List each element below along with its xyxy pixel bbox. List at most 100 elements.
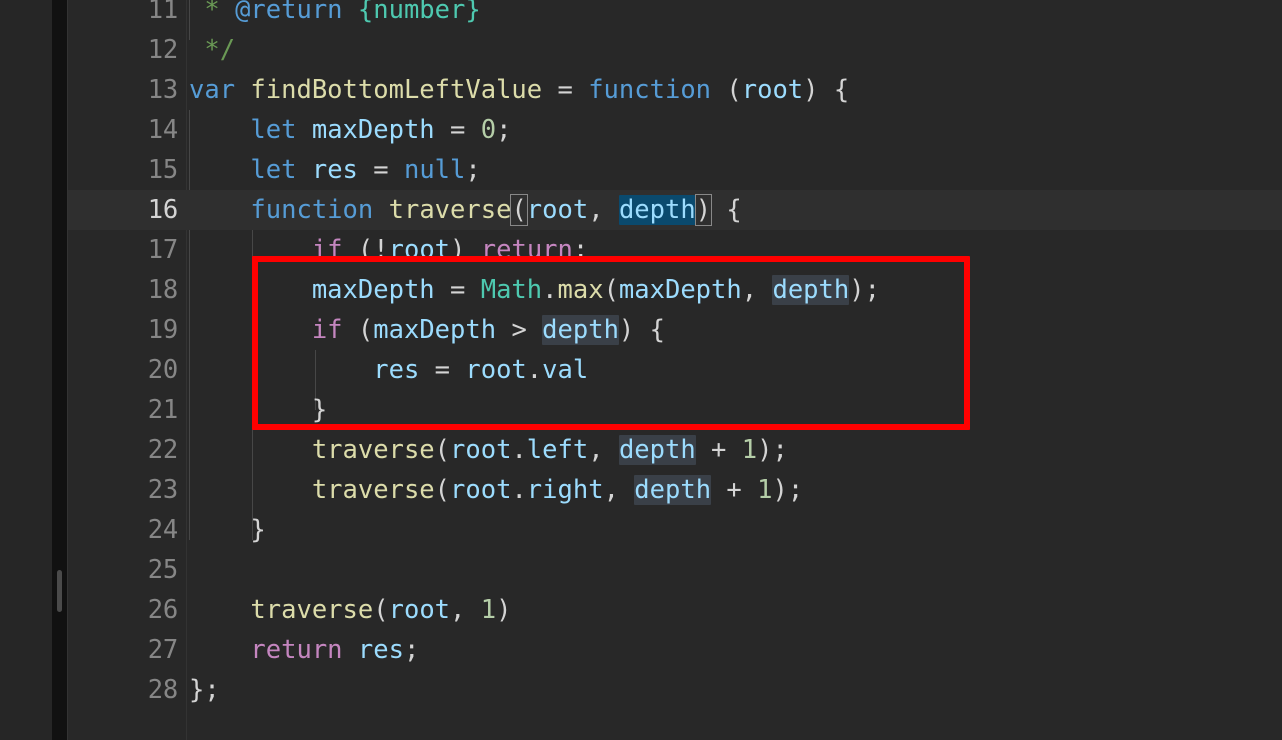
token-comma: , <box>588 435 619 465</box>
code-lines-container: 11 * @return {number} 12 */ 13 var findB… <box>68 0 1282 710</box>
token-dot: . <box>542 275 558 305</box>
line-number: 18 <box>147 275 179 305</box>
code-line[interactable]: 28 }; <box>68 670 1282 710</box>
token-number: 1 <box>741 435 758 465</box>
token-semicolon: ; <box>864 275 880 305</box>
code-line[interactable]: 27 return res; <box>68 630 1282 670</box>
line-number: 13 <box>147 75 179 105</box>
line-number: 14 <box>147 115 179 145</box>
token-equals: = <box>434 275 481 305</box>
code-line[interactable]: 11 * @return {number} <box>68 0 1282 30</box>
token-semicolon: ; <box>403 635 420 665</box>
code-line[interactable]: 13 var findBottomLeftValue = function (r… <box>68 70 1282 110</box>
line-content: }; <box>189 670 220 710</box>
line-content: if (!root) return; <box>189 230 588 270</box>
code-line[interactable]: 14 let maxDepth = 0; <box>68 110 1282 150</box>
token-identifier-root: root <box>388 235 451 265</box>
token-equals: = <box>419 355 466 385</box>
line-number: 27 <box>147 635 179 665</box>
token-paren-open: ( <box>434 475 451 505</box>
line-content: return res; <box>189 630 419 670</box>
editor-overview-ruler[interactable] <box>52 0 67 740</box>
vertical-scrollbar-thumb[interactable] <box>57 570 62 612</box>
code-editor-pane[interactable]: 11 * @return {number} 12 */ 13 var findB… <box>68 0 1282 740</box>
code-line[interactable]: 12 */ <box>68 30 1282 70</box>
code-line[interactable]: 25 <box>68 550 1282 590</box>
line-content: function traverse(root, depth) { <box>189 190 742 230</box>
token-comma: , <box>741 275 773 305</box>
token-equals: = <box>434 115 481 145</box>
token-comma: , <box>603 475 635 505</box>
line-number: 25 <box>147 555 179 585</box>
token-paren-open: ( <box>373 595 389 625</box>
token-comma: , <box>450 595 481 625</box>
token-jsdoc-tag: @return <box>235 0 343 25</box>
token-paren-close: ) <box>772 475 788 505</box>
code-line[interactable]: 15 let res = null; <box>68 150 1282 190</box>
token-paren-close: ) <box>803 75 819 105</box>
token-greater-than: > <box>496 315 543 345</box>
token-selected-depth: depth <box>618 195 696 225</box>
token-equals: = <box>557 75 589 105</box>
token-paren-open: ( <box>357 235 374 265</box>
left-activity-column <box>0 0 52 740</box>
token-var-keyword: var <box>189 75 236 105</box>
token-identifier-maxdepth: maxDepth <box>311 115 435 145</box>
line-number: 11 <box>147 0 179 25</box>
token-comment-close: */ <box>189 35 236 65</box>
token-property-left: left <box>526 435 589 465</box>
code-line[interactable]: 20 res = root.val <box>68 350 1282 390</box>
line-content: } <box>189 510 265 550</box>
token-identifier-maxdepth: maxDepth <box>311 275 435 305</box>
code-line[interactable]: 23 traverse(root.right, depth + 1); <box>68 470 1282 510</box>
line-number: 20 <box>147 355 179 385</box>
token-brace-open: { <box>634 315 665 345</box>
token-semicolon: ; <box>496 115 512 145</box>
code-line[interactable]: 26 traverse(root, 1) <box>68 590 1282 630</box>
token-function-name: findBottomLeftValue <box>250 75 543 105</box>
token-identifier-res: res <box>357 635 404 665</box>
line-number: 21 <box>147 395 179 425</box>
token-plus: + <box>711 475 758 505</box>
code-line[interactable]: 17 if (!root) return; <box>68 230 1282 270</box>
line-number: 24 <box>147 515 179 545</box>
token-let-keyword: let <box>250 115 297 145</box>
token-brace-close: } <box>311 395 328 425</box>
token-identifier-root: root <box>388 595 451 625</box>
code-line[interactable]: 19 if (maxDepth > depth) { <box>68 310 1282 350</box>
token-occurrence-depth: depth <box>772 275 850 305</box>
token-number: 1 <box>480 595 497 625</box>
code-line[interactable]: 22 traverse(root.left, depth + 1); <box>68 430 1282 470</box>
token-plus: + <box>695 435 742 465</box>
code-line[interactable]: 24 } <box>68 510 1282 550</box>
token-let-keyword: let <box>250 155 297 185</box>
code-line[interactable]: 18 maxDepth = Math.max(maxDepth, depth); <box>68 270 1282 310</box>
token-bracket-match-close: ) <box>694 194 713 226</box>
token-property-right: right <box>526 475 604 505</box>
token-identifier-res: res <box>311 155 358 185</box>
line-content: res = root.val <box>189 350 588 390</box>
line-content: */ <box>189 30 235 70</box>
code-line[interactable]: 21 } <box>68 390 1282 430</box>
token-method-max: max <box>557 275 604 305</box>
token-brace-open: { <box>818 75 850 105</box>
line-content: maxDepth = Math.max(maxDepth, depth); <box>189 270 880 310</box>
token-occurrence-depth: depth <box>618 435 696 465</box>
token-paren-close: ) <box>450 235 481 265</box>
token-comma: , <box>588 195 619 225</box>
token-dot: . <box>511 435 527 465</box>
token-dot: . <box>511 475 527 505</box>
token-function-keyword: function <box>588 75 712 105</box>
line-content: * @return {number} <box>189 0 480 30</box>
code-line-active[interactable]: 16 function traverse(root, depth) { <box>68 190 1282 230</box>
